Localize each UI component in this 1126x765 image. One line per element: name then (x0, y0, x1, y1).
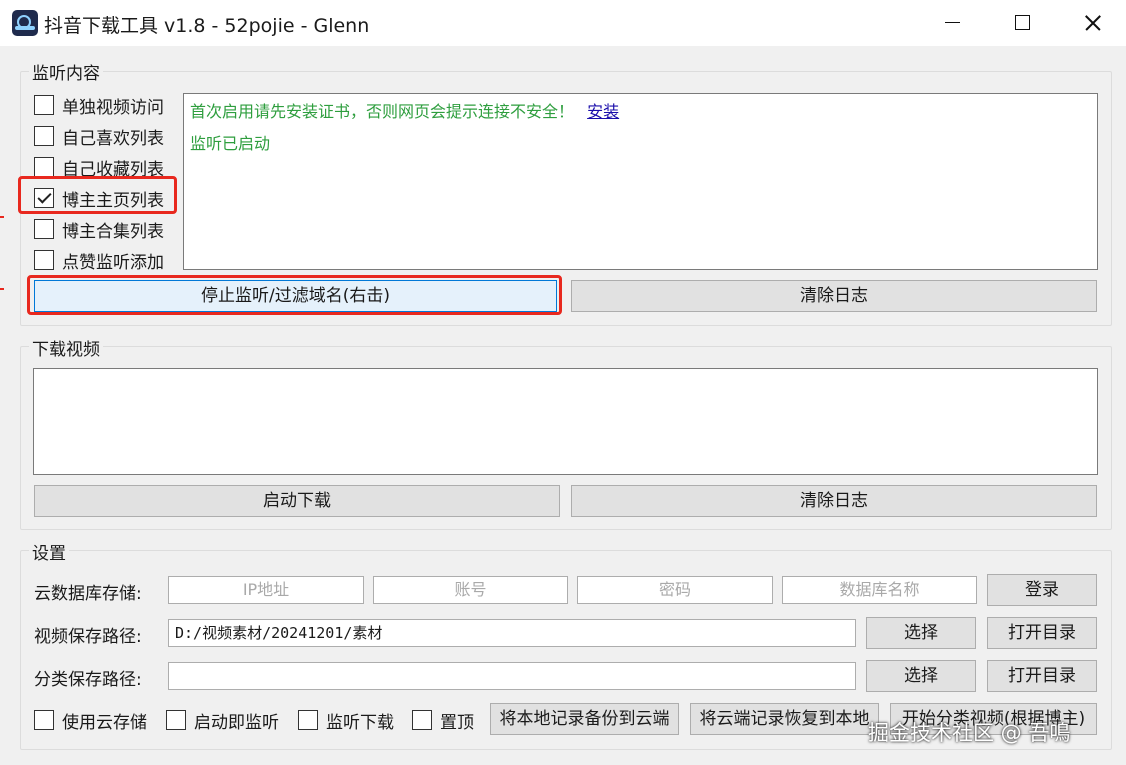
ip-input[interactable]: IP地址 (168, 576, 364, 604)
clear-log-button[interactable]: 清除日志 (571, 280, 1097, 312)
log-line: 监听已启动 (190, 134, 271, 153)
cloud-db-label: 云数据库存储: (34, 584, 142, 604)
title-bar: 抖音下载工具 v1.8 - 52pojie - Glenn (0, 0, 1126, 46)
checkbox-label: 启动即监听 (194, 713, 279, 733)
checkbox-my-likes[interactable] (34, 126, 54, 146)
checkbox-blogger-collection[interactable] (34, 219, 54, 239)
window-title: 抖音下载工具 v1.8 - 52pojie - Glenn (44, 15, 370, 37)
checkbox-label: 置顶 (440, 713, 474, 733)
annotation-mark (0, 216, 4, 218)
checkbox-use-cloud[interactable] (34, 710, 54, 730)
db-name-input[interactable]: 数据库名称 (782, 576, 977, 604)
log-line: 首次启用请先安装证书，否则网页会提示连接不安全！ 安装 (190, 102, 620, 121)
checkbox-auto-monitor[interactable] (166, 710, 186, 730)
backup-to-cloud-button[interactable]: 将本地记录备份到云端 (490, 703, 679, 735)
checkbox-like-monitor[interactable] (34, 250, 54, 270)
minimize-button[interactable] (916, 0, 988, 46)
annotation-mark (0, 288, 4, 290)
app-icon (12, 10, 38, 36)
account-input[interactable]: 账号 (373, 576, 568, 604)
clear-download-log-button[interactable]: 清除日志 (571, 485, 1097, 517)
login-button[interactable]: 登录 (987, 574, 1097, 606)
open-video-dir-button[interactable]: 打开目录 (987, 617, 1097, 649)
settings-legend: 设置 (29, 539, 69, 564)
checkbox-label: 自己喜欢列表 (62, 129, 164, 149)
download-legend: 下载视频 (29, 335, 103, 360)
checkbox-my-favorites[interactable] (34, 157, 54, 177)
select-video-path-button[interactable]: 选择 (866, 617, 976, 649)
highlight-box (18, 176, 177, 214)
highlight-box (27, 275, 562, 315)
restore-from-cloud-button[interactable]: 将云端记录恢复到本地 (690, 703, 879, 735)
download-list[interactable] (33, 368, 1098, 475)
category-path-label: 分类保存路径: (34, 670, 142, 690)
select-category-path-button[interactable]: 选择 (866, 660, 976, 692)
checkbox-label: 监听下载 (326, 713, 394, 733)
checkbox-single-video[interactable] (34, 95, 54, 115)
monitor-log[interactable]: 首次启用请先安装证书，否则网页会提示连接不安全！ 安装 监听已启动 (183, 93, 1098, 270)
checkbox-label: 博主合集列表 (62, 222, 164, 242)
password-input[interactable]: 密码 (577, 576, 773, 604)
checkbox-label: 使用云存储 (62, 713, 147, 733)
monitor-legend: 监听内容 (29, 59, 103, 84)
checkbox-monitor-download[interactable] (298, 710, 318, 730)
checkbox-topmost[interactable] (412, 710, 432, 730)
checkbox-label: 单独视频访问 (62, 98, 164, 118)
checkbox-label: 点赞监听添加 (62, 253, 164, 273)
install-link[interactable]: 安装 (587, 102, 619, 121)
close-button[interactable] (1056, 0, 1126, 46)
video-path-input[interactable]: D:/视频素材/20241201/素材 (168, 619, 856, 647)
start-download-button[interactable]: 启动下载 (34, 485, 560, 517)
category-path-input[interactable] (168, 662, 856, 690)
maximize-button[interactable] (986, 0, 1058, 46)
video-path-label: 视频保存路径: (34, 627, 142, 647)
watermark: 掘金技术社区 @ 吾鳴 (868, 721, 1071, 745)
open-category-dir-button[interactable]: 打开目录 (987, 660, 1097, 692)
